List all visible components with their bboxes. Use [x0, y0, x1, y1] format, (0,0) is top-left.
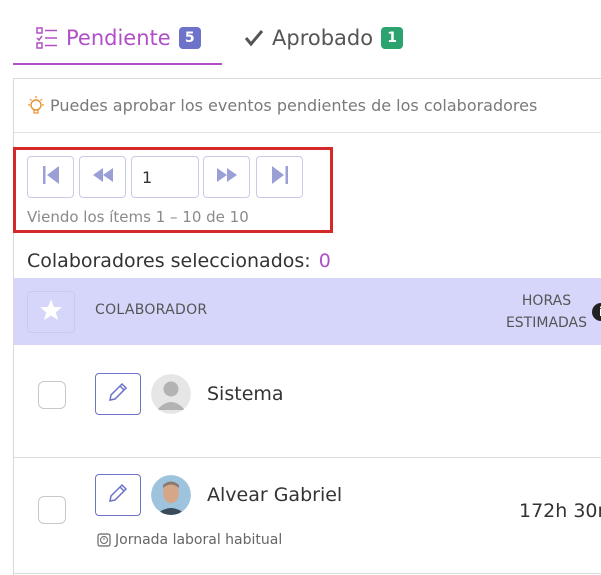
tab-bar: Pendiente 5 Aprobado 1 [0, 0, 601, 66]
first-page-button[interactable] [27, 156, 74, 198]
column-header-estimated-hours[interactable]: HORAS ESTIMADAS [494, 290, 599, 334]
edit-button[interactable] [95, 474, 141, 516]
schedule-label: Jornada laboral habitual [97, 532, 282, 548]
hint-text: Puedes aprobar los eventos pendientes de… [50, 96, 538, 115]
tab-aprobado-label: Aprobado [272, 26, 374, 50]
column-header-collaborator[interactable]: COLABORADOR [95, 302, 207, 318]
active-tab-indicator [13, 63, 222, 65]
checklist-icon [36, 26, 58, 50]
tab-pendiente[interactable]: Pendiente 5 [36, 18, 201, 58]
next-page-button[interactable] [203, 156, 250, 198]
clock-icon [97, 533, 111, 547]
previous-page-button[interactable] [79, 156, 126, 198]
next-page-icon [214, 165, 240, 189]
collaborator-name: Sistema [207, 383, 284, 405]
page-number-input[interactable]: 1 [131, 156, 199, 198]
star-icon [39, 298, 63, 326]
pencil-icon [107, 482, 129, 508]
pager-status: Viendo los ítems 1 – 10 de 10 [27, 208, 249, 226]
avatar [151, 374, 191, 414]
tab-aprobado[interactable]: Aprobado 1 [244, 18, 404, 58]
first-page-icon [39, 163, 63, 191]
hours-header-line2: ESTIMADAS [505, 315, 588, 331]
edit-button[interactable] [95, 373, 141, 415]
last-page-button[interactable] [256, 156, 303, 198]
avatar [151, 475, 191, 515]
hint-banner: Puedes aprobar los eventos pendientes de… [14, 79, 601, 133]
favorite-toggle-button[interactable] [27, 291, 75, 333]
checkmark-icon [244, 28, 264, 48]
row-checkbox[interactable] [38, 496, 66, 524]
tab-pendiente-label: Pendiente [66, 26, 171, 50]
pencil-icon [107, 381, 129, 407]
collaborator-name: Alvear Gabriel [207, 484, 343, 506]
selected-count: 0 [318, 250, 331, 272]
table-header: COLABORADOR HORAS ESTIMADAS i [14, 278, 601, 345]
lightbulb-icon [26, 95, 46, 117]
selected-collaborators: Colaboradores seleccionados: 0 [27, 250, 331, 272]
table-row: Alvear Gabriel 172h 30m Jornada laboral … [14, 458, 601, 574]
selected-label: Colaboradores seleccionados: [27, 250, 311, 272]
table-row: Sistema [14, 345, 601, 458]
last-page-icon [268, 163, 292, 191]
estimated-hours-value: 172h 30m [519, 500, 601, 522]
schedule-text: Jornada laboral habitual [115, 532, 283, 548]
row-checkbox[interactable] [38, 381, 66, 409]
hours-header-line1: HORAS [521, 293, 572, 309]
approved-count-badge: 1 [381, 27, 404, 49]
pending-count-badge: 5 [178, 27, 201, 49]
previous-page-icon [90, 165, 116, 189]
